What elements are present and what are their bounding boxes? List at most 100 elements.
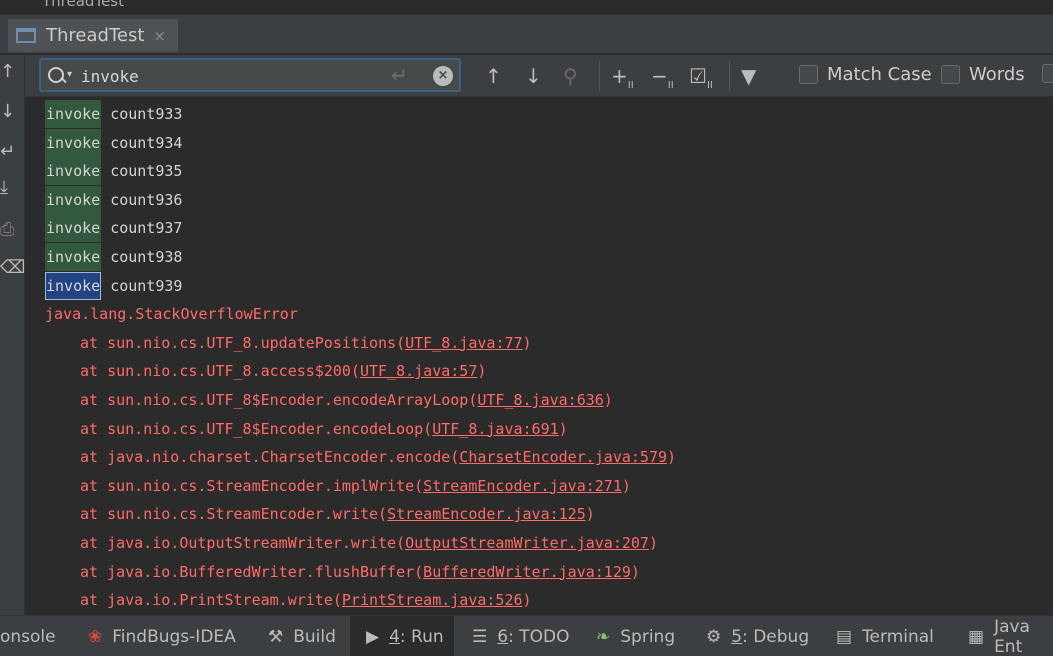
console-line: invoke count933 [45, 100, 182, 128]
tab-todo[interactable]: ☰ 6: TODO [472, 616, 569, 656]
tab-label: Spring [620, 626, 676, 647]
source-link[interactable]: CharsetEncoder.java:579 [459, 448, 667, 466]
stack-frame-line: at sun.nio.cs.StreamEncoder.write(Stream… [45, 500, 595, 528]
tab-label: Terminal [862, 626, 934, 647]
search-match: invoke [45, 185, 102, 214]
checkbox-box[interactable] [1042, 64, 1053, 83]
soft-wrap-icon[interactable]: ↵ [0, 139, 22, 165]
stack-frame-close: ) [522, 333, 532, 352]
window-title-strip: ThreadTest [0, 0, 1053, 14]
tab-label: ThreadTest [46, 25, 145, 46]
tab-threadtest[interactable]: ThreadTest × [8, 19, 178, 52]
trash-icon[interactable]: ⌫ [0, 255, 25, 281]
java-ee-icon: ▦ [968, 626, 985, 647]
stack-frame-method: at sun.nio.cs.StreamEncoder.write( [80, 505, 388, 524]
stack-frame-method: at java.io.BufferedWriter.flushBuffer( [80, 562, 424, 581]
next-occurrence-icon[interactable]: ↓ [525, 62, 542, 90]
hammer-icon: ⚒ [268, 626, 284, 647]
tab-java-enterprise[interactable]: ▦ Java Ent [968, 616, 1053, 656]
regex-checkbox[interactable] [1042, 64, 1053, 83]
tab-run[interactable]: ▶ 4: Run [350, 616, 454, 656]
search-input[interactable] [81, 64, 381, 88]
stack-frame-close: ) [630, 562, 640, 581]
match-case-checkbox[interactable]: Match Case [799, 64, 932, 85]
source-link[interactable]: OutputStreamWriter.java:207 [405, 534, 649, 552]
tab-label: Build [293, 626, 336, 647]
close-icon[interactable]: × [153, 27, 166, 45]
leaf-icon: ❧ [596, 626, 611, 647]
stack-frame-line: at sun.nio.cs.StreamEncoder.implWrite(St… [45, 472, 631, 500]
console-output[interactable]: invoke count933 invoke count934 invoke count9… [25, 97, 1053, 615]
clear-search-icon[interactable]: × [433, 66, 453, 86]
stack-frame-close: ) [477, 362, 487, 381]
tab-label: Java Ent [994, 616, 1030, 656]
console-side-toolbar: ↑ ↓ ↵ ⤓ ⎙ ⌫ [0, 55, 25, 615]
stack-frame-method: at java.io.PrintStream.write( [80, 591, 342, 610]
tab-label: FindBugs-IDEA [112, 626, 236, 647]
console-text: count939 [110, 276, 183, 295]
console-text: count933 [110, 105, 183, 123]
stack-frame-method: at java.io.OutputStreamWriter.write( [80, 534, 406, 552]
scroll-to-end-icon[interactable]: ⤓ [0, 175, 22, 201]
tab-label: : TODO [508, 626, 570, 647]
source-link[interactable]: BufferedWriter.java:129 [423, 563, 631, 581]
tab-debug[interactable]: ⚙ 5: Debug [706, 616, 809, 656]
tool-window-bar: onsole ❀ FindBugs-IDEA ⚒ Build ▶ 4: Run … [0, 615, 1053, 656]
console-text: count934 [110, 133, 183, 152]
source-link[interactable]: StreamEncoder.java:271 [423, 477, 622, 495]
stack-frame-line: at java.io.PrintStream.write(PrintStream… [45, 586, 532, 614]
stack-frame-method: at sun.nio.cs.UTF_8$Encoder.encodeLoop( [80, 419, 433, 438]
arrow-down-icon[interactable]: ↓ [0, 99, 22, 125]
arrow-up-icon[interactable]: ↑ [0, 59, 22, 85]
console-text: count937 [110, 219, 183, 238]
console-line: invoke count937 [45, 214, 183, 243]
remove-occurrence-icon[interactable]: −II [651, 62, 674, 91]
tab-terminal[interactable]: ▤ Terminal [836, 616, 934, 656]
checkbox-box[interactable] [799, 65, 818, 84]
stack-frame-close: ) [603, 391, 613, 409]
console-window-icon [16, 28, 36, 43]
search-match: invoke [45, 243, 102, 271]
toolbar-separator [729, 61, 730, 91]
words-checkbox[interactable]: Words [941, 64, 1025, 85]
source-link[interactable]: UTF_8.java:636 [477, 391, 603, 409]
play-icon: ▶ [366, 626, 380, 647]
search-box: ▾ ↵ × [39, 58, 461, 92]
tab-mnemonic: 4 [389, 626, 400, 647]
tab-console[interactable]: onsole [0, 616, 56, 656]
stack-frame-line: at sun.nio.cs.UTF_8$Encoder.encodeLoop(U… [45, 415, 568, 443]
search-icon[interactable]: ▾ [47, 65, 75, 87]
enter-icon: ↵ [391, 63, 408, 87]
print-icon[interactable]: ⎙ [0, 217, 22, 243]
tab-label: : Run [399, 626, 444, 647]
tab-mnemonic: 5 [731, 626, 743, 647]
stack-frame-line: at sun.nio.cs.UTF_8.updatePositions(UTF_… [45, 329, 532, 357]
tab-build[interactable]: ⚒ Build [268, 616, 336, 656]
words-label: Words [969, 64, 1025, 85]
search-match: invoke [45, 157, 102, 186]
source-link[interactable]: UTF_8.java:691 [432, 420, 558, 438]
stack-frame-method: at sun.nio.cs.UTF_8.updatePositions( [80, 333, 406, 352]
stack-frame-close: ) [585, 505, 595, 524]
search-match: invoke [45, 100, 102, 128]
stack-frame-line: at sun.nio.cs.UTF_8.access$200(UTF_8.jav… [45, 357, 486, 385]
stack-frame-close: ) [621, 476, 631, 495]
tab-spring[interactable]: ❧ Spring [596, 616, 675, 656]
source-link[interactable]: UTF_8.java:77 [405, 334, 522, 352]
exception-line: java.lang.StackOverflowError [45, 305, 298, 324]
source-link[interactable]: StreamEncoder.java:125 [387, 505, 586, 523]
stack-frame-line: at java.io.BufferedWriter.flushBuffer(Bu… [45, 558, 640, 586]
bug-icon: ❀ [88, 626, 103, 647]
search-match: invoke [45, 214, 102, 243]
select-all-occurrences-icon[interactable]: ☑II [689, 62, 713, 91]
tab-findbugs[interactable]: ❀ FindBugs-IDEA [88, 616, 236, 656]
add-occurrence-icon[interactable]: +II [611, 62, 634, 91]
checkbox-box[interactable] [941, 65, 960, 84]
filter-icon[interactable]: ▼ [741, 62, 756, 90]
source-link[interactable]: PrintStream.java:526 [342, 591, 523, 609]
stack-frame-method: at sun.nio.cs.StreamEncoder.implWrite( [80, 476, 424, 495]
find-all-icon[interactable]: ⚲ [563, 62, 578, 90]
console-line: invoke count934 [45, 128, 183, 157]
source-link[interactable]: UTF_8.java:57 [360, 362, 477, 380]
previous-occurrence-icon[interactable]: ↑ [485, 62, 502, 90]
